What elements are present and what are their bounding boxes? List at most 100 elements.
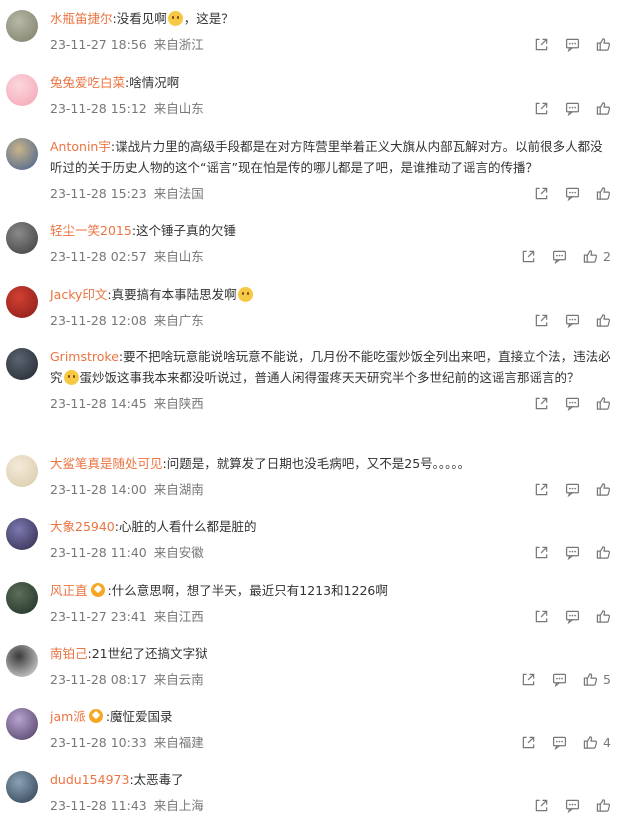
- like-button[interactable]: [596, 186, 611, 201]
- like-button[interactable]: [596, 101, 611, 116]
- comment-location: 来自法国: [153, 186, 204, 201]
- comment-location: 来自山东: [153, 249, 204, 264]
- share-icon[interactable]: [521, 735, 536, 750]
- share-icon[interactable]: [534, 101, 549, 116]
- share-icon[interactable]: [534, 545, 549, 560]
- comment-meta: 23-11-28 15:23 来自法国: [50, 183, 204, 202]
- thumbs-up-icon: [596, 313, 611, 328]
- comment-username[interactable]: 水瓶笛捷尔: [50, 11, 113, 26]
- like-button[interactable]: [596, 482, 611, 497]
- share-icon[interactable]: [534, 609, 549, 624]
- like-button[interactable]: [596, 37, 611, 52]
- comment-username[interactable]: 风正直: [50, 583, 88, 598]
- comment-username[interactable]: Antonin宇: [50, 139, 111, 154]
- share-icon[interactable]: [521, 249, 536, 264]
- comment-username[interactable]: Grimstroke: [50, 349, 119, 364]
- share-icon[interactable]: [534, 482, 549, 497]
- comment-username[interactable]: jam派: [50, 709, 86, 724]
- comment-actions: [518, 100, 611, 116]
- comment-actions: [518, 36, 611, 52]
- comment-actions: [518, 481, 611, 497]
- comment-date: 23-11-28 08:17: [50, 672, 147, 687]
- avatar[interactable]: [6, 10, 38, 42]
- comment-body-tail: 蛋炒饭这事我本来都没听说过，普通人闲得蛋疼天天研究半个多世纪前的这谣言那谣言的？: [79, 370, 580, 385]
- share-icon[interactable]: [534, 37, 549, 52]
- comment-text: 风正直:什么意思啊，想了半天，最近只有1213和1226啊: [50, 583, 388, 598]
- share-icon[interactable]: [534, 396, 549, 411]
- like-button[interactable]: 5: [583, 672, 611, 687]
- like-button[interactable]: [596, 545, 611, 560]
- comment-username[interactable]: 南铂己: [50, 646, 88, 661]
- comment-date: 23-11-28 14:45: [50, 396, 147, 411]
- avatar[interactable]: [6, 455, 38, 487]
- avatar[interactable]: [6, 348, 38, 380]
- reply-icon[interactable]: [565, 101, 580, 116]
- avatar[interactable]: [6, 286, 38, 318]
- comment-location: 来自江西: [153, 609, 204, 624]
- like-button[interactable]: [596, 313, 611, 328]
- comment-meta: 23-11-28 14:45 来自陕西: [50, 393, 204, 412]
- avatar[interactable]: [6, 771, 38, 803]
- comment-body: 太恶毒了: [133, 772, 184, 787]
- avatar[interactable]: [6, 645, 38, 677]
- comment-meta: 23-11-27 18:56 来自浙江: [50, 34, 204, 53]
- reply-icon[interactable]: [565, 482, 580, 497]
- comment-text: dudu154973:太恶毒了: [50, 772, 184, 787]
- reply-icon[interactable]: [552, 249, 567, 264]
- thumbs-up-icon: [596, 482, 611, 497]
- comment-date: 23-11-28 10:33: [50, 735, 147, 750]
- comment-date: 23-11-28 15:23: [50, 186, 147, 201]
- thumbs-up-icon: [583, 249, 598, 264]
- comment-body: 真要搞有本事陆思发啊: [111, 287, 237, 302]
- comment-body: 这个锤子真的欠锤: [136, 223, 237, 238]
- comment-actions: [518, 797, 611, 813]
- comment-body: 谍战片力里的高级手段都是在对方阵营里举着正义大旗从内部瓦解对方。以前很多人都没听…: [50, 139, 603, 175]
- comment-username[interactable]: 兔兔爱吃白菜: [50, 75, 125, 90]
- comment-text: 兔兔爱吃白菜:啥情况啊: [50, 75, 180, 90]
- share-icon[interactable]: [534, 798, 549, 813]
- comment-body: 没看见啊: [116, 11, 167, 26]
- comment-username[interactable]: 轻尘一笑2015: [50, 223, 132, 238]
- reply-icon[interactable]: [565, 37, 580, 52]
- comment-username[interactable]: 大象25940: [50, 519, 115, 534]
- comment-body: 什么意思啊，想了半天，最近只有1213和1226啊: [111, 583, 388, 598]
- like-button[interactable]: [596, 798, 611, 813]
- share-icon[interactable]: [534, 186, 549, 201]
- reply-icon[interactable]: [565, 798, 580, 813]
- thumbs-up-icon: [583, 735, 598, 750]
- share-icon[interactable]: [521, 672, 536, 687]
- reply-icon[interactable]: [565, 186, 580, 201]
- comment-body: 21世纪了还搞文字狱: [91, 646, 208, 661]
- comment-text: 大象25940:心脏的人看什么都是脏的: [50, 519, 257, 534]
- comment-location: 来自云南: [153, 672, 204, 687]
- like-button[interactable]: 2: [583, 249, 611, 264]
- avatar[interactable]: [6, 518, 38, 550]
- comment-date: 23-11-27 18:56: [50, 37, 147, 52]
- avatar[interactable]: [6, 74, 38, 106]
- comment-date: 23-11-28 11:40: [50, 545, 147, 560]
- comment-text: Antonin宇:谍战片力里的高级手段都是在对方阵营里举着正义大旗从内部瓦解对方…: [50, 139, 603, 175]
- comment-username[interactable]: Jacky印文: [50, 287, 107, 302]
- avatar[interactable]: [6, 222, 38, 254]
- like-button[interactable]: [596, 396, 611, 411]
- comment-meta: 23-11-28 15:12 来自山东: [50, 98, 204, 117]
- avatar[interactable]: [6, 138, 38, 170]
- comment-meta: 23-11-27 23:41 来自江西: [50, 606, 204, 625]
- reply-icon[interactable]: [565, 313, 580, 328]
- comment-username[interactable]: 大鲨笔真是随处可见: [50, 456, 163, 471]
- reply-icon[interactable]: [565, 545, 580, 560]
- like-button[interactable]: [596, 609, 611, 624]
- reply-icon[interactable]: [565, 396, 580, 411]
- reply-icon[interactable]: [552, 672, 567, 687]
- comment-date: 23-11-28 11:43: [50, 798, 147, 813]
- avatar[interactable]: [6, 708, 38, 740]
- like-count: 5: [603, 671, 611, 687]
- comment-location: 来自福建: [153, 735, 204, 750]
- comment-username[interactable]: dudu154973: [50, 772, 129, 787]
- share-icon[interactable]: [534, 313, 549, 328]
- comment-text: 大鲨笔真是随处可见:问题是，就算发了日期也没毛病吧，又不是25号。。。。。: [50, 456, 471, 471]
- avatar[interactable]: [6, 582, 38, 614]
- reply-icon[interactable]: [552, 735, 567, 750]
- like-button[interactable]: 4: [583, 735, 611, 750]
- reply-icon[interactable]: [565, 609, 580, 624]
